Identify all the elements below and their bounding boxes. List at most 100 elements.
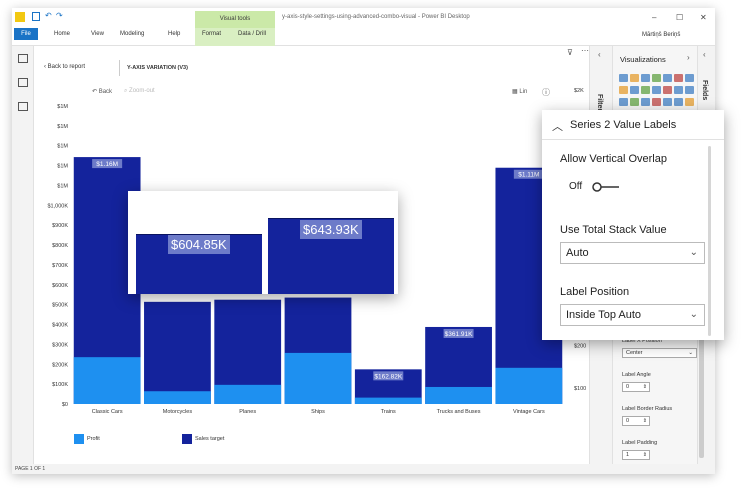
y-tick-left: $700K — [52, 263, 68, 269]
visual-type-icon[interactable] — [641, 86, 650, 94]
label-angle-label: Label Angle — [622, 372, 651, 378]
label-angle-input[interactable]: 0 ⇕ — [622, 382, 650, 392]
tab-file[interactable]: File — [14, 28, 38, 40]
visual-type-icon[interactable] — [641, 74, 650, 82]
bar-profit — [495, 367, 563, 404]
y-tick-right: $200 — [574, 343, 586, 349]
chevron-left-icon[interactable]: ‹ — [703, 50, 706, 59]
visual-type-icon[interactable] — [619, 74, 628, 82]
visual-type-icon[interactable] — [663, 86, 672, 94]
label-position-label: Label Position — [560, 286, 630, 298]
x-tick-label: Trucks and Buses — [437, 409, 481, 415]
label-position-value: Inside Top Auto — [566, 309, 642, 321]
tab-help[interactable]: Help — [168, 31, 180, 37]
label-border-radius-input[interactable]: 0 ⇕ — [622, 416, 650, 426]
tab-home[interactable]: Home — [54, 31, 70, 37]
y-tick-left: $1M — [57, 104, 68, 110]
y-tick-right: $2K — [574, 88, 584, 94]
visual-type-icon[interactable] — [619, 98, 628, 106]
legend-profit-label: Profit — [87, 436, 100, 442]
visual-type-icon[interactable] — [685, 86, 694, 94]
save-icon[interactable] — [32, 12, 40, 21]
total-stack-value: Auto — [566, 247, 589, 259]
visual-type-icon[interactable] — [652, 86, 661, 94]
visual-type-icon[interactable] — [674, 86, 683, 94]
y-tick-left: $1M — [57, 124, 68, 130]
zoom-data-label: $643.93K — [300, 220, 362, 239]
redo-icon[interactable]: ↷ — [56, 11, 63, 20]
stepper-icon[interactable]: ⇕ — [643, 383, 647, 392]
label-padding-input[interactable]: 1 ⇕ — [622, 450, 650, 460]
y-tick-left: $600K — [52, 283, 68, 289]
label-border-radius-label: Label Border Radius — [622, 406, 673, 412]
data-label: $361.91K — [445, 331, 473, 338]
label-x-position-select[interactable]: Center ⌄ — [622, 348, 697, 358]
visual-type-icon[interactable] — [685, 74, 694, 82]
panel-title: Series 2 Value Labels — [570, 119, 677, 131]
visual-type-icon[interactable] — [652, 98, 661, 106]
x-tick-label: Vintage Cars — [513, 409, 545, 415]
view-rail — [12, 46, 34, 464]
y-tick-left: $900K — [52, 223, 68, 229]
stepper-icon[interactable]: ⇕ — [643, 417, 647, 426]
visual-type-icon[interactable] — [619, 86, 628, 94]
page-indicator: PAGE 1 OF 1 — [15, 466, 46, 472]
tab-modeling[interactable]: Modeling — [120, 31, 144, 37]
panel-scrollbar[interactable] — [708, 146, 711, 336]
chevron-up-icon[interactable]: ︿ — [552, 118, 563, 134]
y-tick-left: $1M — [57, 183, 68, 189]
chevron-right-icon[interactable]: › — [687, 53, 690, 62]
chevron-left-icon[interactable]: ‹ — [598, 50, 601, 59]
undo-icon[interactable]: ↶ — [45, 11, 52, 20]
y-tick-right: $100 — [574, 386, 586, 392]
ribbon — [12, 28, 715, 46]
fields-label: Fields — [701, 80, 708, 101]
allow-overlap-state: Off — [569, 181, 583, 192]
minimize-icon[interactable]: – — [652, 13, 656, 22]
chevron-down-icon: ⌄ — [688, 350, 693, 356]
zoom-magnifier: $604.85K $643.93K — [128, 191, 398, 294]
allow-overlap-toggle[interactable] — [592, 182, 620, 192]
total-stack-label: Use Total Stack Value — [560, 224, 667, 236]
bar-profit — [425, 386, 492, 404]
visual-type-icon[interactable] — [630, 86, 639, 94]
zoom-data-label: $604.85K — [168, 235, 230, 254]
window-title: y-axis-style-settings-using-advanced-com… — [282, 14, 470, 20]
visual-type-icon[interactable] — [663, 98, 672, 106]
close-icon[interactable]: ✕ — [700, 13, 707, 22]
visual-type-icon[interactable] — [685, 98, 694, 106]
data-view-icon[interactable] — [18, 78, 28, 87]
chevron-down-icon: ⌄ — [689, 247, 698, 258]
label-border-radius-value: 0 — [626, 418, 630, 424]
visual-type-icon[interactable] — [630, 98, 639, 106]
tab-format[interactable]: Format — [202, 31, 221, 37]
x-tick-label: Ships — [311, 409, 325, 415]
tab-view[interactable]: View — [91, 31, 104, 37]
tab-data-drill[interactable]: Data / Drill — [238, 31, 266, 37]
title-bar: ↶ ↷ Visual tools y-axis-style-settings-u… — [12, 8, 715, 28]
stepper-icon[interactable]: ⇕ — [643, 451, 647, 460]
total-stack-select[interactable]: Auto ⌄ — [560, 242, 705, 264]
chevron-down-icon: ⌄ — [689, 309, 698, 320]
visual-type-icon[interactable] — [652, 74, 661, 82]
data-label: $1.11M — [518, 172, 539, 179]
visual-type-icon[interactable] — [641, 98, 650, 106]
status-bar: PAGE 1 OF 1 — [12, 464, 715, 474]
visual-type-icon[interactable] — [630, 74, 639, 82]
model-view-icon[interactable] — [18, 102, 28, 111]
maximize-icon[interactable]: ☐ — [676, 13, 683, 22]
legend-sales-target-label: Sales target — [195, 436, 225, 442]
format-pane-scrollbar[interactable] — [699, 338, 704, 458]
visual-tools-label: Visual tools — [195, 11, 275, 28]
user-name[interactable]: Mārtiņš Beriņš — [642, 32, 680, 38]
visual-type-icon[interactable] — [663, 74, 672, 82]
report-view-icon[interactable] — [18, 54, 28, 63]
visual-type-icon[interactable] — [674, 98, 683, 106]
y-tick-left: $1M — [57, 144, 68, 150]
x-tick-label: Trains — [381, 409, 396, 415]
y-tick-left: $800K — [52, 243, 68, 249]
visual-type-icon[interactable] — [674, 74, 683, 82]
bar-profit — [144, 391, 211, 404]
label-position-select[interactable]: Inside Top Auto ⌄ — [560, 304, 705, 326]
panel-header[interactable]: ︿ Series 2 Value Labels — [542, 110, 724, 140]
